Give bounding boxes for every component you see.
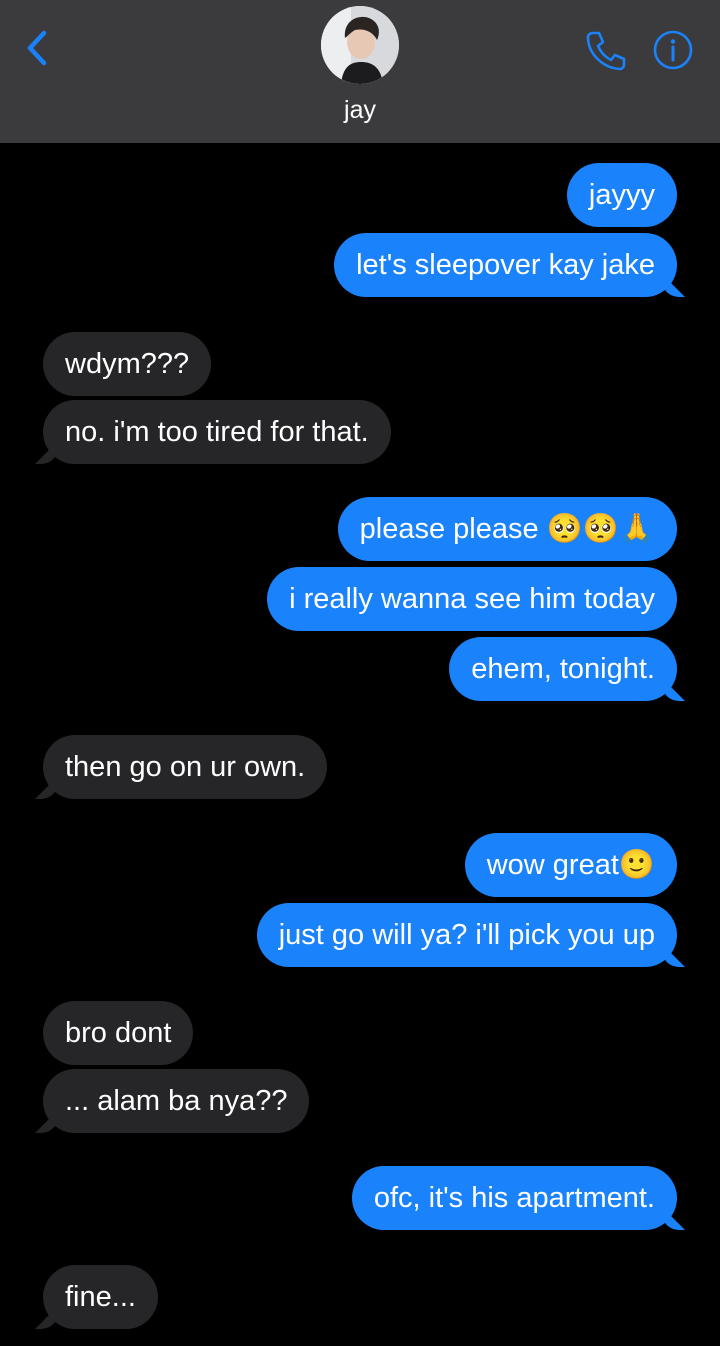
message-text: wdym??? [65,348,190,380]
conversation-header: jay [0,0,720,143]
message-text: fine... [65,1281,136,1313]
message-text: jayyy [588,179,655,211]
back-button[interactable] [22,28,52,68]
message-bubble-incoming[interactable]: then go on ur own. [43,735,328,799]
message-bubble-outgoing[interactable]: wow great🙂 [464,833,677,897]
message-bubble-outgoing[interactable]: jayyy [566,163,677,227]
message-text: i really wanna see him today [289,583,655,615]
message-text: just go will ya? i'll pick you up [278,919,655,951]
message-bubble-outgoing[interactable]: let's sleepover kay jake [334,233,677,297]
message-bubble-incoming[interactable]: no. i'm too tired for that. [43,400,391,464]
message-text: let's sleepover kay jake [356,249,655,281]
message-bubble-outgoing[interactable]: please please 🥺🥺🙏 [337,497,677,561]
message-bubble-outgoing[interactable]: just go will ya? i'll pick you up [256,903,677,967]
message-bubble-incoming[interactable]: ... alam ba nya?? [43,1069,310,1133]
message-text: no. i'm too tired for that. [65,416,369,448]
chevron-left-icon [27,30,47,66]
message-bubble-outgoing[interactable]: ofc, it's his apartment. [351,1166,677,1230]
phone-icon [586,31,626,71]
message-text: then go on ur own. [65,751,306,783]
info-icon [653,30,693,70]
message-text: ehem, tonight. [471,653,655,685]
message-text: ... alam ba nya?? [65,1085,288,1117]
message-text: ofc, it's his apartment. [373,1182,655,1214]
message-text: bro dont [65,1017,172,1049]
message-bubble-incoming[interactable]: fine... [43,1265,158,1329]
message-bubble-incoming[interactable]: bro dont [43,1001,194,1065]
message-text: please please 🥺🥺🙏 [359,513,655,545]
info-button[interactable] [652,29,694,71]
avatar-photo [321,6,399,84]
message-bubble-outgoing[interactable]: ehem, tonight. [449,637,677,701]
message-bubble-outgoing[interactable]: i really wanna see him today [267,567,677,631]
call-button[interactable] [583,28,627,72]
message-text: wow great🙂 [486,849,655,881]
message-bubble-incoming[interactable]: wdym??? [43,332,212,396]
contact-avatar[interactable] [321,6,399,84]
contact-name[interactable]: jay [0,96,720,125]
